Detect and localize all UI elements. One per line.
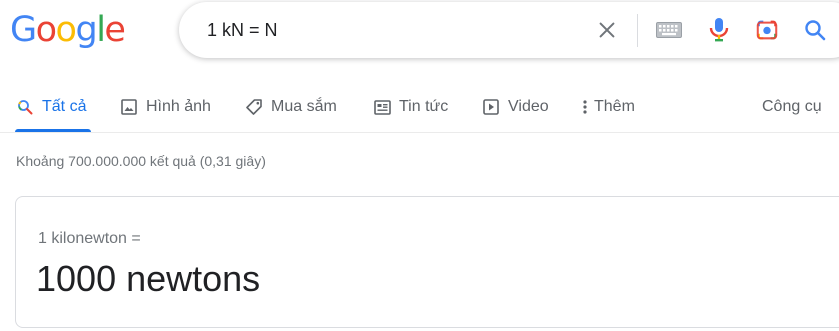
tab-images[interactable]: Hình ảnh <box>120 96 211 118</box>
google-logo[interactable]: Google <box>10 10 126 50</box>
logo-letter: o <box>55 10 77 50</box>
tab-news[interactable]: Tin tức <box>373 96 448 118</box>
tab-all[interactable]: Tất cả <box>16 96 86 118</box>
logo-letter: e <box>104 10 126 50</box>
tab-label: Hình ảnh <box>146 98 211 115</box>
logo-letter: o <box>35 10 57 50</box>
search-results-page: Google 1 kN = N Tất cả Hình ảnh Mua sắm … <box>0 0 839 331</box>
tab-video[interactable]: Video <box>482 96 549 118</box>
tag-icon <box>245 98 263 116</box>
keyboard-icon[interactable] <box>655 18 683 42</box>
search-icon[interactable] <box>803 18 827 42</box>
tab-label: Thêm <box>594 98 635 115</box>
tab-more[interactable]: Thêm <box>582 96 635 118</box>
tools-button[interactable]: Công cụ <box>762 96 822 118</box>
camera-lens-icon[interactable] <box>755 18 779 42</box>
news-icon <box>373 98 391 116</box>
search-icon <box>16 98 34 116</box>
close-icon[interactable] <box>595 18 619 42</box>
search-box[interactable]: 1 kN = N <box>179 2 839 58</box>
play-icon <box>482 98 500 116</box>
mic-icon[interactable] <box>707 18 731 42</box>
image-icon <box>120 98 138 116</box>
search-tabs: Tất cả Hình ảnh Mua sắm Tin tức Video Th… <box>0 86 839 134</box>
logo-letter: G <box>10 10 37 50</box>
tools-label: Công cụ <box>762 98 822 115</box>
unit-converter-card: 1 kilonewton = 1000 newtons <box>15 196 839 328</box>
conversion-input-text: 1 kilonewton = <box>38 230 141 247</box>
result-stats: Khoảng 700.000.000 kết quả (0,31 giây) <box>16 153 266 169</box>
more-vert-icon <box>582 98 588 116</box>
search-input[interactable]: 1 kN = N <box>207 18 278 42</box>
tabs-divider <box>0 132 839 133</box>
tab-label: Mua sắm <box>271 98 337 115</box>
tab-label: Tin tức <box>399 98 449 115</box>
conversion-result: 1000 newtons <box>36 258 261 299</box>
logo-letter: l <box>96 10 106 50</box>
tab-shopping[interactable]: Mua sắm <box>245 96 337 118</box>
tab-label: Tất cả <box>42 98 87 115</box>
tab-label: Video <box>508 98 549 115</box>
logo-letter: g <box>75 10 97 50</box>
search-box-divider <box>637 14 638 47</box>
